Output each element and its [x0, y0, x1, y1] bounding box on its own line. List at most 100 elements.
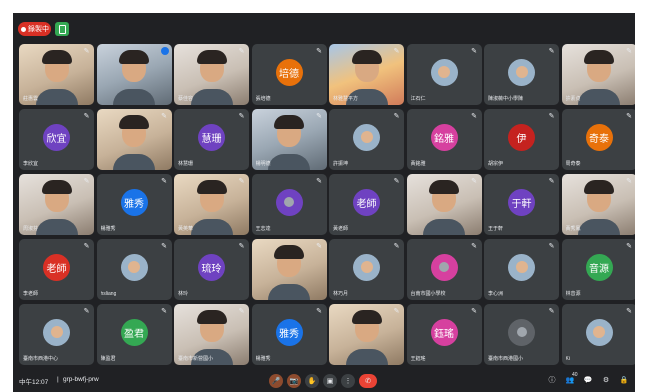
participant-video-face: [351, 310, 382, 343]
participant-tile[interactable]: 音源 林音源 ✎: [561, 239, 635, 300]
participant-name: 李心洲: [488, 291, 504, 297]
mic-off-icon: ✎: [471, 48, 477, 55]
mic-off-icon: ✎: [238, 178, 245, 185]
participant-name: 胡宗伊: [488, 161, 504, 167]
mic-button[interactable]: 🎤: [269, 374, 283, 388]
participant-video-face: [119, 50, 149, 83]
present-icon: ▣: [326, 378, 334, 385]
participant-photo-avatar: [430, 58, 458, 86]
mic-icon: 🎤: [271, 378, 281, 385]
participant-tile[interactable]: 周淑芬 ✎: [19, 174, 94, 235]
raise-hand-button[interactable]: ✋: [305, 374, 319, 388]
mic-off-icon: ✎: [548, 243, 555, 250]
participant-tile[interactable]: ✎: [96, 109, 172, 170]
participant-tile[interactable]: 陳淑薇中小學陳 ✎: [484, 44, 559, 105]
participant-tile[interactable]: 黃秀鳳 ✎: [561, 174, 635, 235]
participant-tile[interactable]: 臺南市西港中心 ✎: [19, 304, 94, 365]
participant-avatar: 慧珊: [198, 123, 225, 151]
participant-avatar: 銘雅: [430, 123, 458, 151]
participant-tile[interactable]: 臺南市西港國小 ✎: [484, 304, 559, 365]
participant-tile[interactable]: 黃英華 ✎: [174, 174, 249, 235]
participant-tile[interactable]: 雅秀 楊雅秀 ✎: [251, 304, 327, 365]
participant-tile[interactable]: 培德 張培德 ✎: [251, 44, 327, 105]
lock-icon[interactable]: 🔒: [619, 376, 629, 386]
participant-tile[interactable]: 臺南市新營國小 ✎: [174, 304, 249, 365]
mic-off-icon: ✎: [393, 113, 400, 120]
participant-tile[interactable]: 李心洲 ✎: [484, 239, 559, 300]
participant-tile[interactable]: 江石仁 ✎: [406, 44, 482, 105]
mic-off-icon: ✎: [471, 243, 477, 250]
participant-name: 王鈺瑤: [410, 356, 426, 362]
camera-button[interactable]: 📷: [287, 374, 301, 388]
participant-tile[interactable]: 台南市國小學校 ✎: [406, 239, 482, 300]
participant-tile[interactable]: 伊胡宗伊 ✎: [484, 109, 559, 170]
participant-video-body: [268, 284, 310, 300]
participant-tile[interactable]: 雅秀 楊雅秀 ✎: [96, 174, 172, 235]
recording-badge[interactable]: 錄製中: [18, 22, 51, 36]
participant-tile[interactable]: 老師 黃老師 ✎: [329, 174, 404, 235]
participant-tile[interactable]: ✎: [251, 239, 327, 300]
participant-name: 莊惠雲: [23, 96, 39, 102]
participant-video-face: [196, 310, 227, 343]
participant-photo-avatar: [508, 58, 535, 86]
mic-off-icon: ✎: [316, 48, 322, 55]
participant-video-face: [584, 50, 614, 83]
participant-video-body: [578, 219, 620, 235]
participant-tile[interactable]: 盈君 陳盈君 ✎: [96, 304, 172, 365]
more-options-button[interactable]: ⋮: [341, 374, 355, 388]
participant-tile[interactable]: 蔡佳容 ✎: [174, 44, 249, 105]
participant-video-body: [268, 154, 310, 170]
participant-video-body: [35, 219, 78, 235]
participant-name: 林巧月: [333, 291, 349, 297]
participant-tile[interactable]: 欣宜 李欣宜 ✎: [19, 109, 94, 170]
participant-tile[interactable]: 許素貞 ✎: [561, 44, 635, 105]
participant-tile[interactable]: hsliang ✎: [96, 239, 172, 300]
participant-tile[interactable]: 于軒 王于軒 ✎: [484, 174, 559, 235]
meeting-code: grp-bwfj-prw: [63, 376, 99, 383]
participant-name: 臺南市西港中心: [23, 356, 59, 362]
participant-tile[interactable]: 鈺瑤 王鈺瑤 ✎: [406, 304, 482, 365]
participant-tile[interactable]: 許振坤 ✎: [329, 109, 404, 170]
participant-avatar: 鈺瑤: [430, 318, 458, 346]
participant-video-face: [274, 115, 304, 148]
participant-tile[interactable]: Ki ✎: [561, 304, 635, 365]
participant-tile[interactable]: 林巧月 ✎: [329, 239, 404, 300]
participant-video-face: [196, 50, 227, 83]
leave-call-button[interactable]: ✆: [359, 374, 377, 388]
participant-tile[interactable]: 楊明德 ✎: [251, 109, 327, 170]
participant-name: 許素貞: [565, 96, 581, 102]
participant-video-body: [578, 89, 620, 105]
participant-tile[interactable]: 慧珊 林慧珊 ✎: [174, 109, 249, 170]
mic-off-icon: ✎: [316, 178, 322, 185]
participant-tile[interactable]: [96, 44, 172, 105]
participant-name: 楊明德: [255, 161, 271, 167]
participant-video-body: [190, 219, 233, 235]
notes-icon[interactable]: [55, 22, 69, 36]
mic-off-icon: ✎: [83, 48, 90, 55]
participant-tile[interactable]: 莊惠雲 ✎: [19, 44, 94, 105]
participant-tile[interactable]: 老師 李老師 ✎: [19, 239, 94, 300]
participant-video-face: [196, 180, 227, 213]
participant-photo-avatar: [585, 318, 613, 346]
participant-name: 黃銘雅: [410, 161, 426, 167]
chat-icon[interactable]: 💬: [583, 376, 593, 386]
top-bar: 錄製中: [13, 13, 635, 43]
participant-tile[interactable]: 奇泰 周奇泰 ✎: [561, 109, 635, 170]
participant-tile[interactable]: ✎: [329, 304, 404, 365]
participant-tile[interactable]: 林雅慧平方 ✎: [329, 44, 404, 105]
meet-window: 錄製中 莊惠雲 ✎ 蔡佳容 ✎ 培德 張培德 ✎ 林雅慧平方 ✎ 江石仁 ✎ 陳淑薇中小學陳 ✎ 許素貞 ✎…: [13, 13, 635, 392]
activities-icon[interactable]: ⚙: [601, 376, 611, 386]
participant-tile[interactable]: 琉玲 林玲 ✎: [174, 239, 249, 300]
mic-off-icon: ✎: [238, 113, 245, 120]
participant-tile[interactable]: 銘雅 黃銘雅 ✎: [406, 109, 482, 170]
participant-photo-avatar: [508, 253, 535, 281]
info-icon[interactable]: ⓘ: [547, 376, 557, 386]
participant-name: 李欣宜: [23, 161, 39, 167]
participant-name: 陳盈君: [100, 356, 116, 362]
participant-tile[interactable]: 王志達 ✎: [251, 174, 327, 235]
mic-off-icon: ✎: [393, 308, 400, 315]
participant-tile[interactable]: ✎: [406, 174, 482, 235]
present-button[interactable]: ▣: [323, 374, 337, 388]
participant-grid: 莊惠雲 ✎ 蔡佳容 ✎ 培德 張培德 ✎ 林雅慧平方 ✎ 江石仁 ✎ 陳淑薇中小學陳 ✎ 許素貞 ✎ 欣宜 李欣…: [19, 44, 635, 370]
mic-off-icon: ✎: [83, 113, 90, 120]
